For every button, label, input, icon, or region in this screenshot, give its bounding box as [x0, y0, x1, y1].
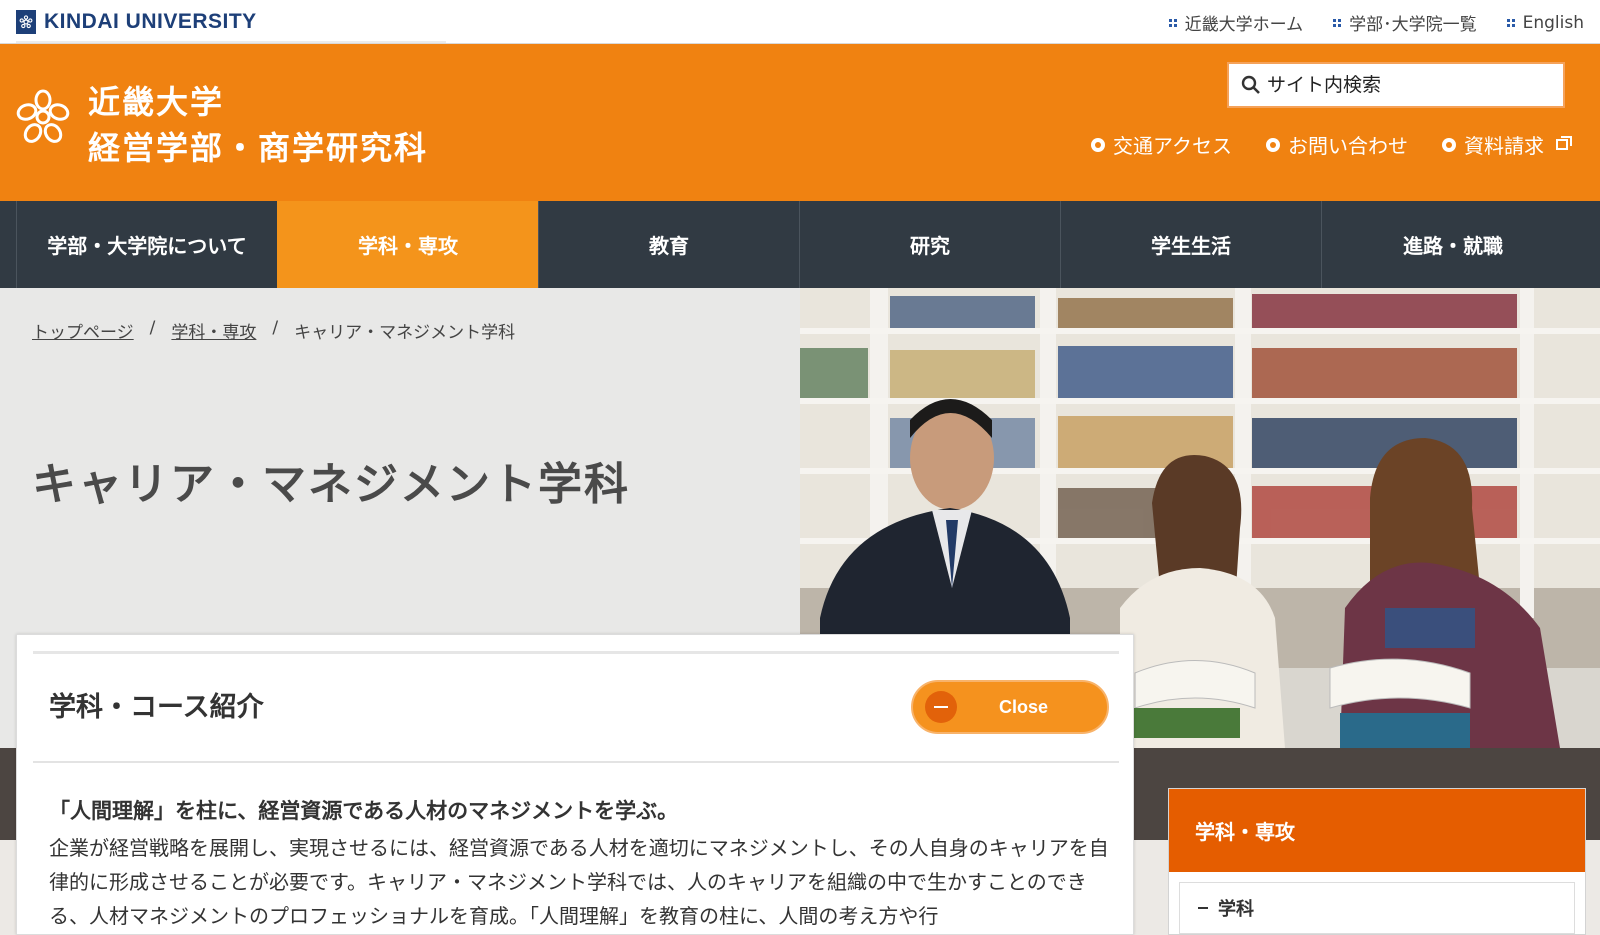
nav-item-education[interactable]: 教育: [538, 201, 799, 288]
nav-item-label: 学部・大学院について: [47, 234, 247, 258]
university-logo[interactable]: KINDAI UNIVERSITY: [16, 8, 257, 36]
close-button-label: Close: [999, 696, 1049, 717]
top-link-faculty-list[interactable]: 学部･大学院一覧: [1333, 10, 1477, 35]
circle-bullet-icon: [1091, 137, 1105, 152]
bullet-squares-icon: [1506, 18, 1515, 27]
minus-circle-icon: [925, 691, 957, 723]
contact-link-label: お問い合わせ: [1288, 134, 1408, 158]
top-bar: KINDAI UNIVERSITY 近畿大学ホーム 学部･大学院一覧 Engli…: [0, 0, 1600, 44]
site-search: [1227, 62, 1565, 108]
global-nav: 学部・大学院について 学科・専攻 教育 研究 学生生活 進路・就職: [0, 201, 1600, 288]
panel-lead-text: 「人間理解」を柱に、経営資源である人材のマネジメントを学ぶ。: [49, 799, 679, 823]
course-intro-panel: 学科・コース紹介 Close 「人間理解」を柱に、経営資源である人材のマネジメン…: [16, 634, 1134, 935]
top-link-label: English: [1522, 12, 1584, 33]
access-link-label: 交通アクセス: [1113, 134, 1232, 158]
external-link-icon: [1556, 136, 1572, 150]
university-emblem-icon: [16, 10, 36, 34]
nav-item-research[interactable]: 研究: [799, 201, 1060, 288]
circle-bullet-icon: [1442, 137, 1456, 152]
breadcrumb-current: キャリア・マネジメント学科: [294, 323, 516, 343]
circle-bullet-icon: [1266, 137, 1280, 152]
nav-item-label: 学生生活: [1151, 234, 1231, 258]
top-link-english[interactable]: English: [1506, 10, 1584, 35]
panel-divider: [33, 761, 1119, 763]
close-button[interactable]: Close: [911, 680, 1109, 734]
breadcrumb-separator: /: [149, 318, 156, 338]
nav-item-student-life[interactable]: 学生生活: [1060, 201, 1321, 288]
top-link-label: 近畿大学ホーム: [1184, 15, 1304, 35]
page-title: キャリア・マネジメント学科: [32, 459, 630, 510]
search-icon[interactable]: [1241, 75, 1261, 95]
nav-item-career[interactable]: 進路・就職: [1321, 201, 1584, 288]
university-wordmark: KINDAI UNIVERSITY: [44, 10, 257, 33]
breadcrumb-separator: /: [272, 318, 279, 338]
side-menu: 学科・専攻 学科: [1168, 788, 1586, 935]
nav-item-label: 研究: [910, 234, 950, 258]
contact-link[interactable]: お問い合わせ: [1266, 130, 1408, 159]
panel-body-text: 企業が経営戦略を展開し、実現させるには、経営資源である人材を適切にマネジメントし…: [49, 836, 1109, 928]
top-link-home[interactable]: 近畿大学ホーム: [1168, 10, 1304, 35]
nav-item-label: 教育: [649, 234, 689, 258]
access-link[interactable]: 交通アクセス: [1091, 130, 1232, 159]
site-header: 近畿大学 経営学部・商学研究科 交通アクセス お問い合わせ 資料請求: [0, 44, 1600, 201]
university-flower-logo-icon[interactable]: [14, 88, 72, 146]
brochure-request-label: 資料請求: [1464, 134, 1544, 158]
minus-icon: [1198, 907, 1208, 909]
side-menu-item-department[interactable]: 学科: [1179, 882, 1575, 934]
top-link-label: 学部･大学院一覧: [1349, 15, 1477, 35]
brochure-request-link[interactable]: 資料請求: [1442, 130, 1572, 159]
site-title-line1: 近畿大学: [88, 83, 225, 121]
panel-top-border: [33, 651, 1119, 654]
breadcrumb-home-link[interactable]: トップページ: [32, 318, 134, 343]
top-links: 近畿大学ホーム 学部･大学院一覧 English: [1168, 10, 1584, 35]
bullet-squares-icon: [1333, 18, 1342, 27]
site-title[interactable]: 近畿大学 経営学部・商学研究科: [88, 79, 428, 171]
side-menu-heading[interactable]: 学科・専攻: [1169, 789, 1585, 872]
nav-item-about[interactable]: 学部・大学院について: [16, 201, 277, 288]
nav-item-label: 学科・専攻: [358, 234, 458, 258]
site-title-line2: 経営学部・商学研究科: [88, 129, 429, 167]
nav-item-departments[interactable]: 学科・専攻: [277, 201, 538, 288]
breadcrumb-section-link[interactable]: 学科・専攻: [171, 318, 256, 343]
utility-links: 交通アクセス お問い合わせ 資料請求: [1091, 130, 1572, 159]
breadcrumb: トップページ / 学科・専攻 / キャリア・マネジメント学科: [32, 318, 515, 343]
topbar-divider: [16, 41, 446, 43]
search-input[interactable]: [1265, 73, 1549, 97]
panel-title: 学科・コース紹介: [49, 692, 264, 723]
side-menu-item-label: 学科: [1218, 899, 1254, 920]
nav-item-label: 進路・就職: [1403, 234, 1503, 258]
bullet-squares-icon: [1168, 18, 1177, 27]
